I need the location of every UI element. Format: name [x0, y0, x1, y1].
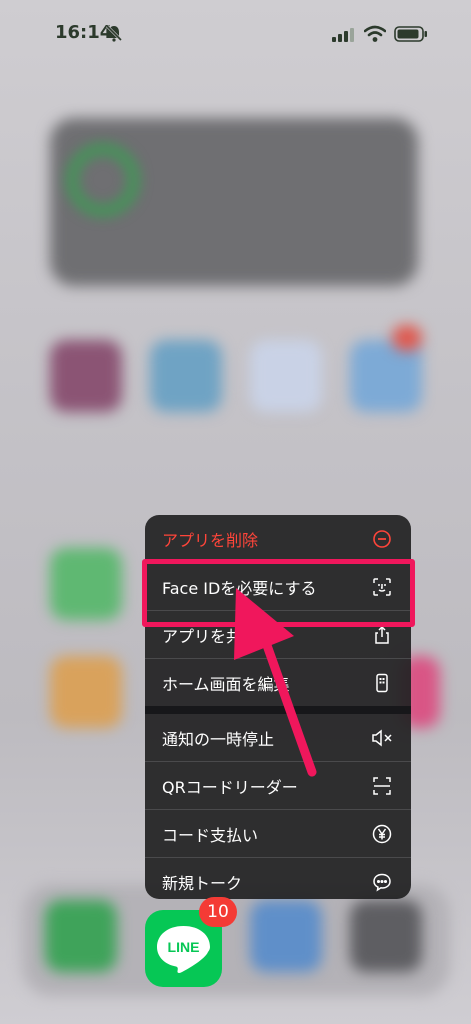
- menu-item-label: ホーム画面を編集: [162, 674, 290, 694]
- blurred-app-icon: [50, 340, 122, 412]
- battery-icon: [394, 26, 427, 42]
- blurred-widget-ring: [68, 145, 138, 215]
- wifi-icon: [364, 25, 386, 42]
- blurred-dock-icon: [350, 900, 422, 972]
- notification-badge: 10: [199, 897, 237, 927]
- speaker-mute-icon: [371, 727, 393, 749]
- phone-screen-icon: [371, 672, 393, 694]
- blurred-app-icon: [250, 340, 322, 412]
- highlight-box: [142, 559, 415, 627]
- blurred-dock-icon: [250, 900, 322, 972]
- cellular-signal-icon: [332, 28, 354, 42]
- menu-section-divider: [145, 706, 411, 714]
- blurred-app-icon: [50, 548, 122, 620]
- menu-item-pause-notifications[interactable]: 通知の一時停止: [145, 714, 411, 761]
- silent-bell-icon: [105, 24, 123, 42]
- blurred-app-icon: [50, 656, 122, 728]
- blurred-app-icon: [150, 340, 222, 412]
- menu-item-label: コード支払い: [162, 825, 259, 845]
- menu-item-label: QRコードリーダー: [162, 777, 298, 797]
- menu-item-label: 通知の一時停止: [162, 729, 275, 749]
- menu-item-edit-home-screen[interactable]: ホーム画面を編集: [145, 659, 411, 706]
- chat-bubble-icon: [371, 871, 393, 893]
- menu-item-delete-app[interactable]: アプリを削除: [145, 515, 411, 562]
- minus-circle-icon: [371, 528, 393, 550]
- menu-item-code-payment[interactable]: コード支払い: [145, 810, 411, 857]
- blurred-badge: [392, 325, 422, 351]
- line-logo-text: LINE: [168, 939, 200, 955]
- menu-item-new-talk[interactable]: 新規トーク: [145, 858, 411, 899]
- menu-item-label: アプリを削除: [162, 530, 259, 550]
- yen-circle-icon: [371, 823, 393, 845]
- blurred-dock-icon: [45, 900, 117, 972]
- menu-item-label: 新規トーク: [162, 873, 243, 893]
- status-bar: 16:14: [0, 0, 471, 68]
- qr-scan-icon: [371, 775, 393, 797]
- menu-item-qr-reader[interactable]: QRコードリーダー: [145, 762, 411, 809]
